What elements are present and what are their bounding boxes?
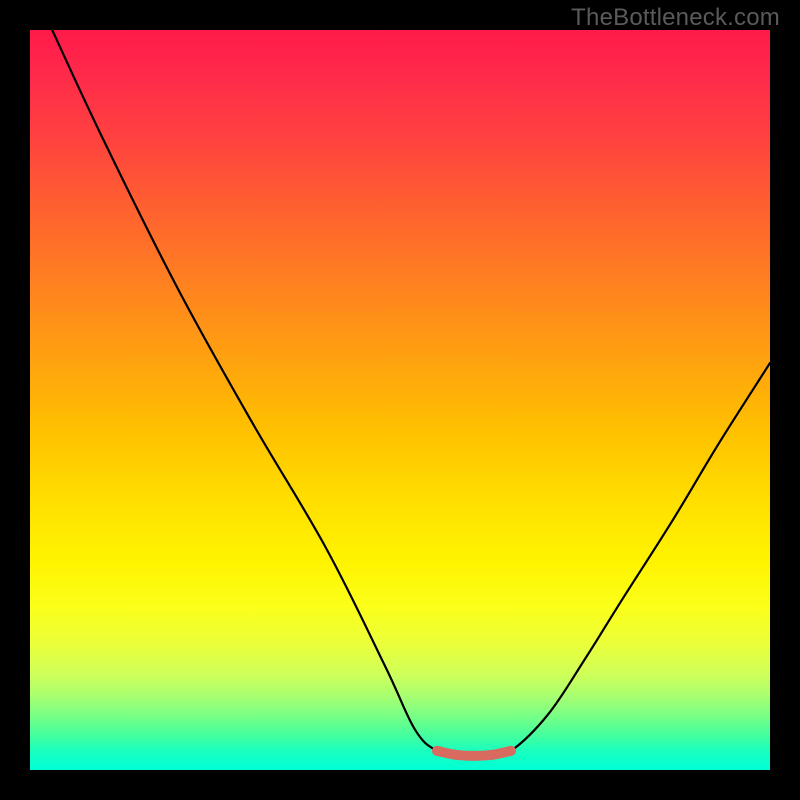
watermark-text: TheBottleneck.com bbox=[571, 4, 780, 32]
optimal-zone-marker-path bbox=[437, 751, 511, 756]
chart-svg bbox=[30, 30, 770, 770]
plot-area bbox=[30, 30, 770, 770]
chart-frame: TheBottleneck.com bbox=[0, 0, 800, 800]
mismatch-curve-path bbox=[52, 30, 770, 756]
